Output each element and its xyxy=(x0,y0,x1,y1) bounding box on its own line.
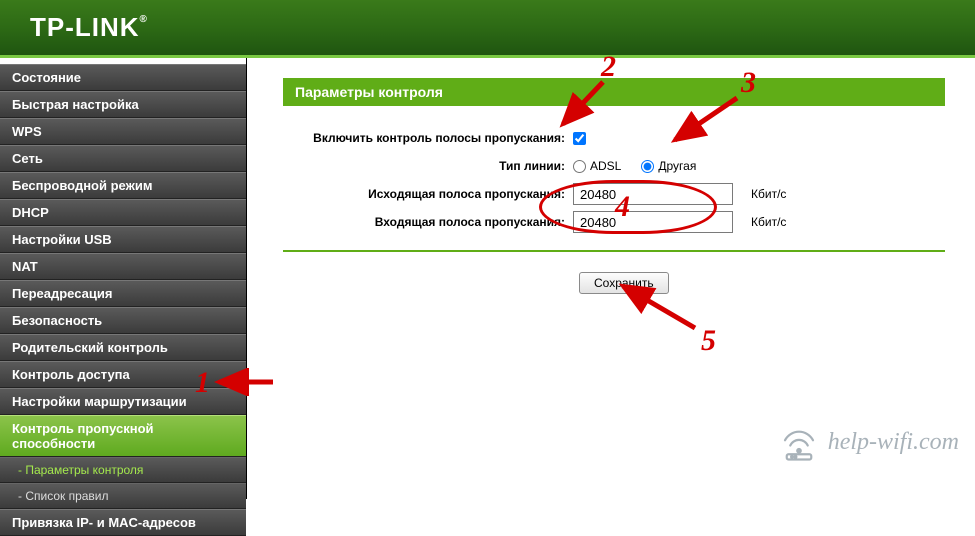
wifi-router-icon xyxy=(778,421,820,463)
content-area: Параметры контроля Включить контроль пол… xyxy=(247,58,975,499)
nav-sub-rule-list[interactable]: - Список правил xyxy=(0,483,246,509)
nav-routing[interactable]: Настройки маршрутизации xyxy=(0,388,246,415)
egress-unit: Кбит/с xyxy=(751,187,786,201)
enable-label: Включить контроль полосы пропускания: xyxy=(283,131,573,145)
nav-status[interactable]: Состояние xyxy=(0,64,246,91)
nav-wireless[interactable]: Беспроводной режим xyxy=(0,172,246,199)
line-type-label: Тип линии: xyxy=(283,159,573,173)
nav-dhcp[interactable]: DHCP xyxy=(0,199,246,226)
nav-parental[interactable]: Родительский контроль xyxy=(0,334,246,361)
line-type-adsl-label: ADSL xyxy=(590,159,621,173)
line-type-adsl-radio[interactable] xyxy=(573,160,586,173)
nav-usb[interactable]: Настройки USB xyxy=(0,226,246,253)
nav-network[interactable]: Сеть xyxy=(0,145,246,172)
annotation-5: 5 xyxy=(701,324,716,358)
ingress-input[interactable] xyxy=(573,211,733,233)
egress-label: Исходящая полоса пропускания: xyxy=(283,187,573,201)
sidebar: Состояние Быстрая настройка WPS Сеть Бес… xyxy=(0,58,247,499)
nav-access[interactable]: Контроль доступа xyxy=(0,361,246,388)
nav-quick-setup[interactable]: Быстрая настройка xyxy=(0,91,246,118)
nav-wps[interactable]: WPS xyxy=(0,118,246,145)
main-layout: Состояние Быстрая настройка WPS Сеть Бес… xyxy=(0,58,975,499)
nav-forwarding[interactable]: Переадресация xyxy=(0,280,246,307)
divider xyxy=(283,250,945,252)
ingress-label: Входящая полоса пропускания: xyxy=(283,215,573,229)
enable-checkbox[interactable] xyxy=(573,132,586,145)
nav-security[interactable]: Безопасность xyxy=(0,307,246,334)
nav-ip-mac-binding[interactable]: Привязка IP- и MAC-адресов xyxy=(0,509,246,536)
ingress-unit: Кбит/с xyxy=(751,215,786,229)
nav-nat[interactable]: NAT xyxy=(0,253,246,280)
save-button[interactable]: Сохранить xyxy=(579,272,669,294)
line-type-other-radio[interactable] xyxy=(641,160,654,173)
nav-bandwidth-control[interactable]: Контроль пропускной способности xyxy=(0,415,246,457)
panel-title: Параметры контроля xyxy=(283,78,945,106)
app-header: TP-LINK® xyxy=(0,0,975,58)
egress-input[interactable] xyxy=(573,183,733,205)
watermark: help-wifi.com xyxy=(778,421,959,463)
brand-logo: TP-LINK® xyxy=(30,12,148,43)
line-type-other-label: Другая xyxy=(658,159,696,173)
nav-sub-control-params[interactable]: - Параметры контроля xyxy=(0,457,246,483)
watermark-text: help-wifi.com xyxy=(828,429,959,456)
